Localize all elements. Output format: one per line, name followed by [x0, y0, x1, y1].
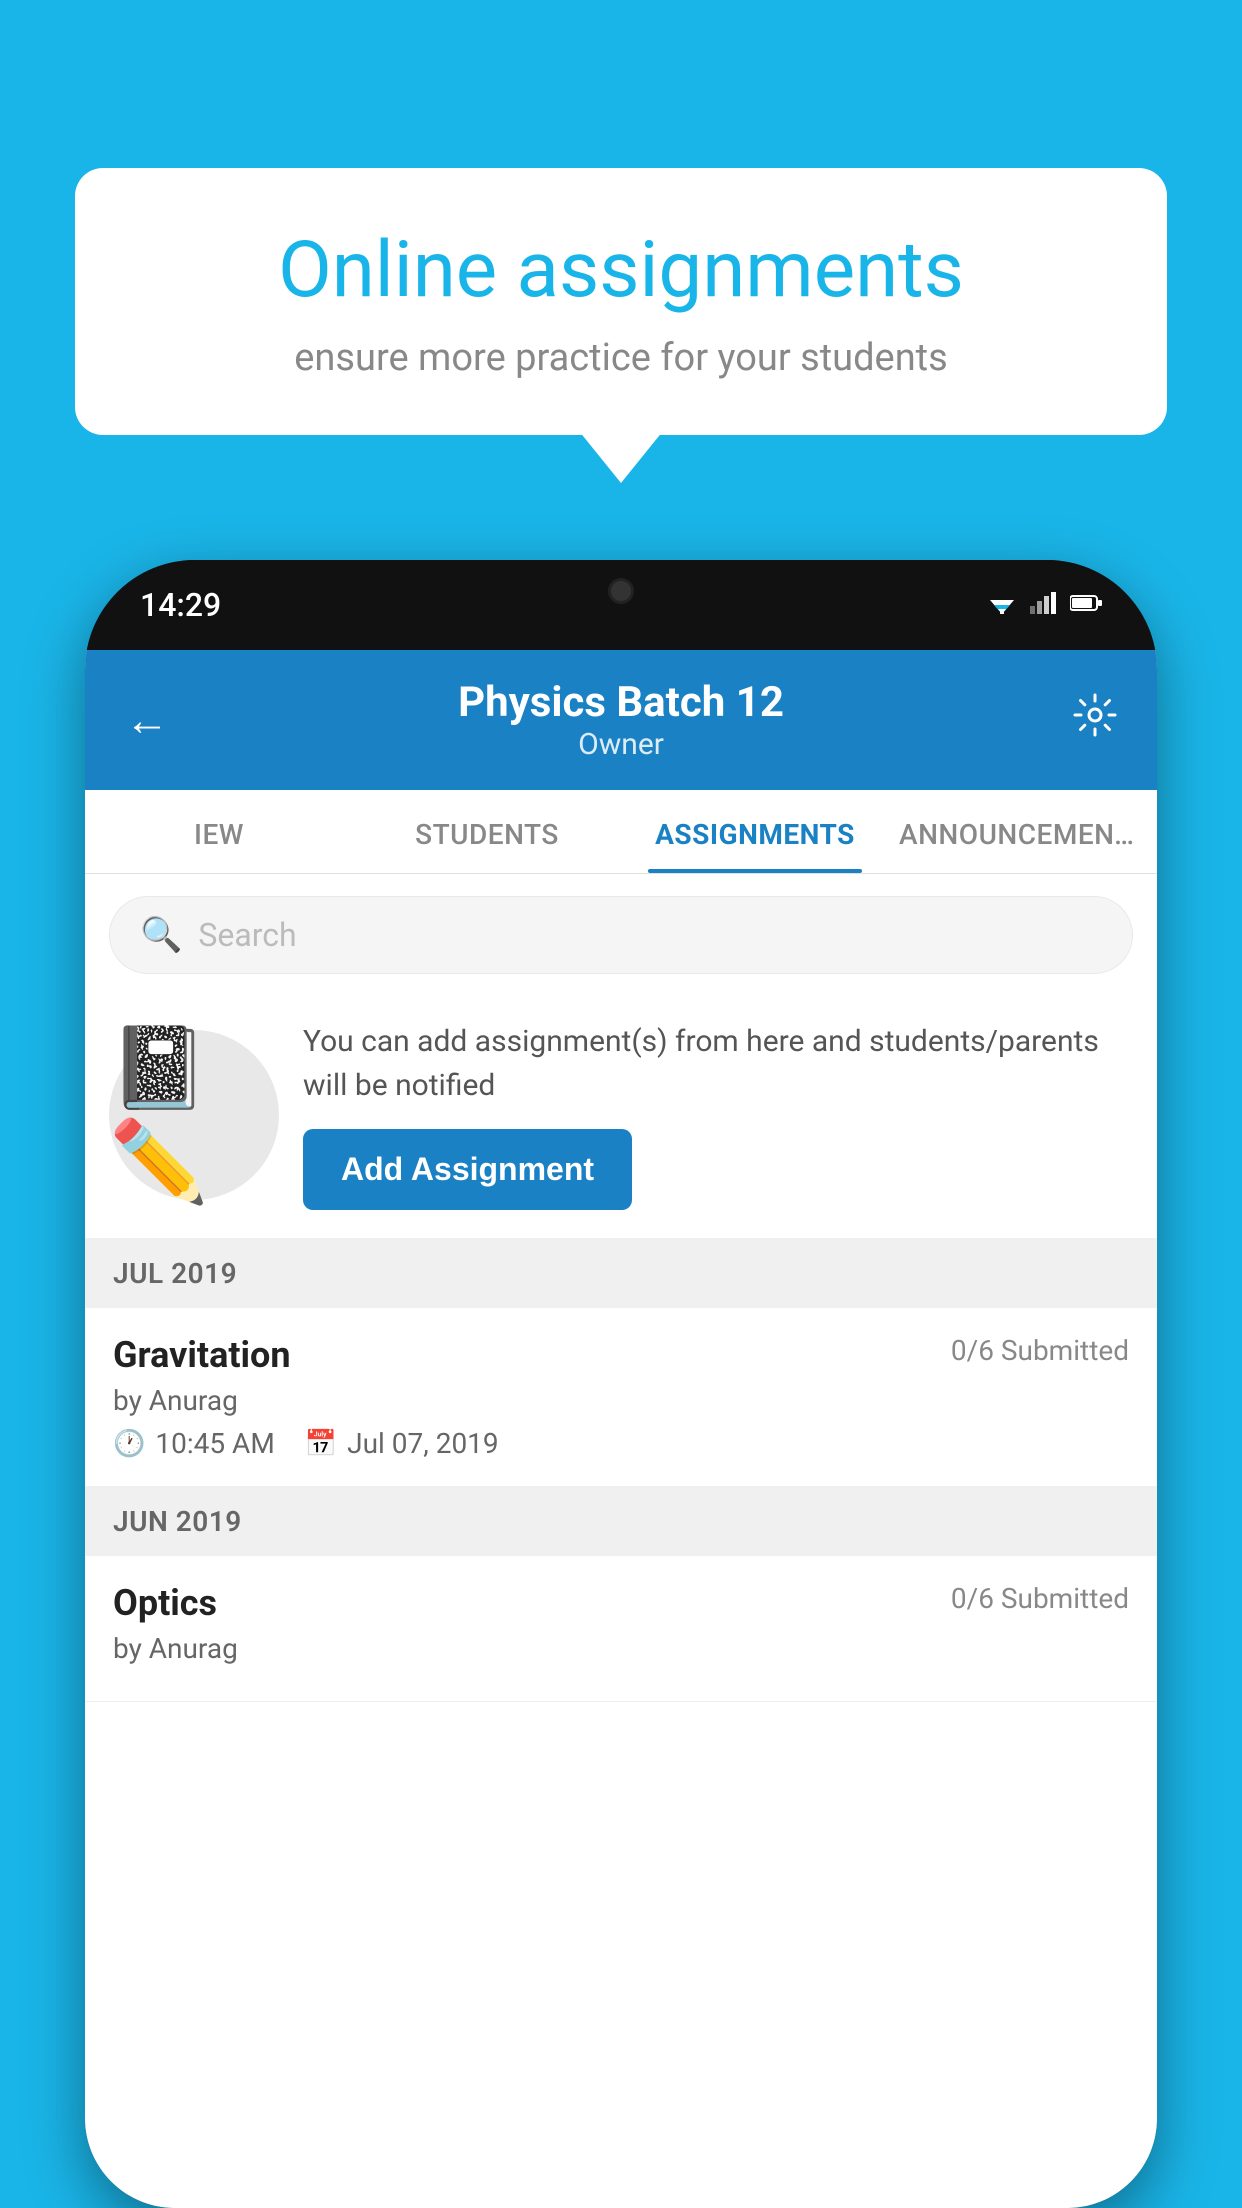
phone-notch: [531, 560, 711, 622]
wifi-icon: [986, 592, 1018, 618]
assignment-date-value-gravitation: Jul 07, 2019: [347, 1427, 499, 1460]
search-icon: 🔍: [140, 915, 182, 955]
settings-button[interactable]: [1073, 693, 1117, 748]
assignment-time-gravitation: 🕐 10:45 AM: [113, 1427, 275, 1460]
header-title-block: Physics Batch 12 Owner: [169, 678, 1073, 762]
search-bar-wrapper: 🔍 Search: [85, 874, 1157, 996]
phone-frame: 14:29: [85, 560, 1157, 2208]
info-card-subtitle: ensure more practice for your students: [145, 336, 1097, 380]
assignment-meta-gravitation: 🕐 10:45 AM 📅 Jul 07, 2019: [113, 1427, 1129, 1460]
promo-description: You can add assignment(s) from here and …: [303, 1020, 1133, 1107]
info-card-title: Online assignments: [145, 228, 1097, 314]
promo-block: 📓✏️ You can add assignment(s) from here …: [85, 996, 1157, 1239]
assignment-row1-optics: Optics 0/6 Submitted: [113, 1582, 1129, 1624]
assignment-row1: Gravitation 0/6 Submitted: [113, 1334, 1129, 1376]
notebook-icon: 📓✏️: [109, 1021, 279, 1209]
assignment-author-optics: by Anurag: [113, 1632, 1129, 1665]
app-header: ← Physics Batch 12 Owner: [85, 650, 1157, 790]
assignment-gravitation[interactable]: Gravitation 0/6 Submitted by Anurag 🕐 10…: [85, 1308, 1157, 1487]
battery-icon: [1070, 594, 1102, 616]
signal-icon: [1030, 592, 1058, 618]
assignment-title-gravitation: Gravitation: [113, 1334, 291, 1376]
calendar-icon: 📅: [305, 1429, 337, 1459]
content-area: 🔍 Search 📓✏️ You can add assignment(s) f…: [85, 874, 1157, 2208]
batch-title: Physics Batch 12: [169, 678, 1073, 727]
phone-camera: [608, 578, 634, 604]
batch-subtitle: Owner: [169, 727, 1073, 762]
search-bar[interactable]: 🔍 Search: [109, 896, 1133, 974]
add-assignment-button[interactable]: Add Assignment: [303, 1129, 632, 1210]
promo-icon-circle: 📓✏️: [109, 1030, 279, 1200]
phone-status-icons: [986, 592, 1102, 618]
assignment-title-optics: Optics: [113, 1582, 217, 1624]
tab-assignments[interactable]: ASSIGNMENTS: [621, 790, 889, 873]
assignment-submitted-gravitation: 0/6 Submitted: [951, 1334, 1129, 1367]
phone-time: 14:29: [140, 586, 221, 624]
assignment-time-value-gravitation: 10:45 AM: [155, 1427, 274, 1460]
tabs-bar: IEW STUDENTS ASSIGNMENTS ANNOUNCEMENTS: [85, 790, 1157, 874]
info-card: Online assignments ensure more practice …: [75, 168, 1167, 435]
promo-text-area: You can add assignment(s) from here and …: [303, 1020, 1133, 1210]
search-placeholder: Search: [198, 916, 296, 954]
assignment-author-gravitation: by Anurag: [113, 1384, 1129, 1417]
app-screen: ← Physics Batch 12 Owner IEW STUDENTS AS…: [85, 650, 1157, 2208]
assignment-date-gravitation: 📅 Jul 07, 2019: [305, 1427, 499, 1460]
tab-students[interactable]: STUDENTS: [353, 790, 621, 873]
status-bar: 14:29: [85, 560, 1157, 650]
assignment-submitted-optics: 0/6 Submitted: [951, 1582, 1129, 1615]
clock-icon: 🕐: [113, 1429, 145, 1459]
assignment-optics[interactable]: Optics 0/6 Submitted by Anurag: [85, 1556, 1157, 1702]
tab-announcements[interactable]: ANNOUNCEMENTS: [889, 790, 1157, 873]
section-jun-2019: JUN 2019: [85, 1487, 1157, 1556]
section-jul-2019: JUL 2019: [85, 1239, 1157, 1308]
tab-iew[interactable]: IEW: [85, 790, 353, 873]
back-button[interactable]: ←: [125, 694, 169, 746]
